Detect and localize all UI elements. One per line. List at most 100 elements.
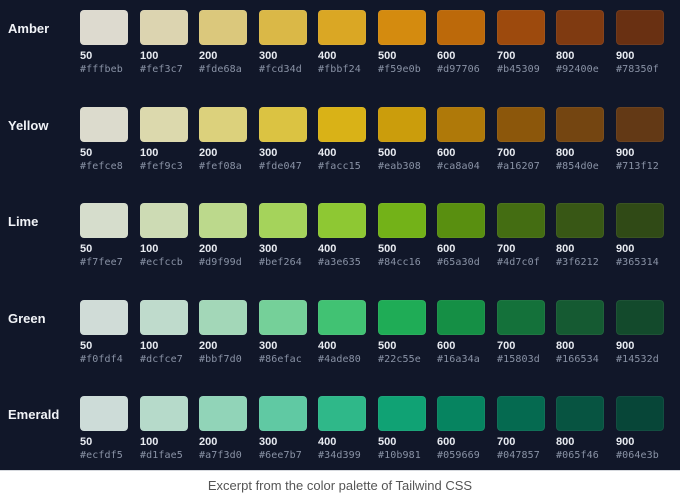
color-cell: 300 #fde047 — [259, 106, 309, 173]
shade-number: 500 — [378, 243, 397, 256]
color-swatch — [259, 10, 307, 45]
color-swatch — [318, 299, 366, 335]
color-swatch — [497, 10, 545, 45]
palette-row-yellow: Yellow 50 #fefce8 100 #fef9c3 200 #fef08a 300 #f… — [0, 106, 680, 197]
color-cell: 200 #bbf7d0 — [199, 299, 249, 366]
color-cell: 100 #ecfccb — [140, 203, 190, 269]
color-cell: 500 #f59e0b — [378, 10, 428, 76]
shade-number: 100 — [140, 50, 159, 62]
color-swatch — [199, 106, 247, 142]
hex-code: #ecfccb — [140, 257, 183, 269]
hex-code: #fef08a — [199, 160, 242, 172]
shade-number: 400 — [318, 436, 337, 449]
color-swatch — [616, 299, 664, 335]
shade-number: 500 — [378, 436, 397, 449]
hex-code: #22c55e — [378, 353, 421, 365]
hex-code: #d9f99d — [199, 257, 242, 269]
shade-number: 400 — [318, 339, 337, 352]
color-cell: 50 #f0fdf4 — [80, 299, 130, 366]
hex-code: #f0fdf4 — [80, 353, 123, 365]
color-swatch — [140, 203, 188, 239]
shade-number: 400 — [318, 50, 337, 62]
shade-number: 500 — [378, 339, 397, 352]
color-swatch — [318, 203, 366, 239]
hex-code: #ca8a04 — [437, 160, 480, 172]
color-swatch — [556, 299, 604, 335]
color-swatch — [80, 106, 128, 142]
hex-code: #f59e0b — [378, 64, 421, 75]
hex-code: #713f12 — [616, 160, 659, 172]
hex-code: #fde68a — [199, 64, 242, 75]
shade-number: 600 — [437, 50, 456, 62]
hex-code: #854d0e — [556, 160, 599, 172]
hex-code: #65a30d — [437, 257, 480, 269]
color-swatch — [140, 10, 188, 45]
hex-code: #16a34a — [437, 353, 480, 365]
hex-code: #eab308 — [378, 160, 421, 172]
color-cell: 500 #10b981 — [378, 396, 428, 462]
shade-number: 200 — [199, 50, 218, 62]
color-swatch — [199, 203, 247, 239]
hex-code: #4d7c0f — [497, 257, 540, 269]
hex-code: #f7fee7 — [80, 257, 123, 269]
shade-number: 400 — [318, 146, 337, 159]
palette-row-lime: Lime 50 #f7fee7 100 #ecfccb 200 #d9f99d 300 #bef… — [0, 203, 680, 293]
hex-code: #10b981 — [378, 450, 421, 462]
color-swatch — [80, 10, 128, 45]
color-cell: 800 #854d0e — [556, 106, 606, 173]
shade-number: 50 — [80, 243, 93, 256]
hex-code: #84cc16 — [378, 257, 421, 269]
color-cell: 800 #065f46 — [556, 396, 606, 462]
color-cell: 900 #14532d — [616, 299, 666, 366]
color-swatch — [556, 396, 604, 432]
shade-number: 700 — [497, 339, 516, 352]
color-swatch — [616, 203, 664, 239]
shade-number: 300 — [259, 50, 278, 62]
color-swatch — [80, 396, 128, 432]
color-swatch — [259, 106, 307, 142]
color-cell: 200 #d9f99d — [199, 203, 249, 269]
color-cell: 100 #d1fae5 — [140, 396, 190, 462]
shade-number: 700 — [497, 50, 516, 62]
hex-code: #facc15 — [318, 160, 361, 172]
color-swatch — [556, 10, 604, 45]
color-swatch — [497, 396, 545, 432]
hex-code: #365314 — [616, 257, 659, 269]
color-cell: 400 #a3e635 — [318, 203, 368, 269]
shade-number: 300 — [259, 436, 278, 449]
shade-number: 200 — [199, 436, 218, 449]
color-swatch — [497, 106, 545, 142]
color-swatch — [616, 106, 664, 142]
hex-code: #fef3c7 — [140, 64, 183, 75]
color-swatch — [437, 10, 485, 45]
palette-row-green: Green 50 #f0fdf4 100 #dcfce7 200 #bbf7d0 300 #86… — [0, 299, 680, 390]
color-swatch — [556, 106, 604, 142]
palette-panel: Amber 50 #fffbeb 100 #fef3c7 200 #fde68a 300 #fc… — [0, 0, 680, 470]
color-cell: 200 #fde68a — [199, 10, 249, 76]
color-swatch — [80, 299, 128, 335]
color-cell: 600 #d97706 — [437, 10, 487, 76]
shade-number: 900 — [616, 436, 635, 449]
hex-code: #d97706 — [437, 64, 480, 75]
color-cell: 800 #3f6212 — [556, 203, 606, 269]
shade-number: 50 — [80, 436, 93, 449]
hex-code: #fef9c3 — [140, 160, 183, 172]
shade-number: 900 — [616, 50, 635, 62]
color-cell: 400 #fbbf24 — [318, 10, 368, 76]
color-swatch — [318, 396, 366, 432]
shade-number: 900 — [616, 146, 635, 159]
caption: Excerpt from the color palette of Tailwi… — [0, 470, 680, 501]
hex-code: #a3e635 — [318, 257, 361, 269]
shade-number: 800 — [556, 243, 575, 256]
shade-number: 200 — [199, 146, 218, 159]
shade-number: 600 — [437, 436, 456, 449]
palette-name: Amber — [8, 21, 50, 36]
shade-number: 500 — [378, 146, 397, 159]
shade-number: 200 — [199, 339, 218, 352]
color-swatch — [199, 299, 247, 335]
hex-code: #064e3b — [616, 450, 659, 462]
hex-code: #b45309 — [497, 64, 540, 75]
color-swatch — [437, 299, 485, 335]
palette-name: Emerald — [8, 407, 60, 423]
color-cell: 300 #6ee7b7 — [259, 396, 309, 462]
